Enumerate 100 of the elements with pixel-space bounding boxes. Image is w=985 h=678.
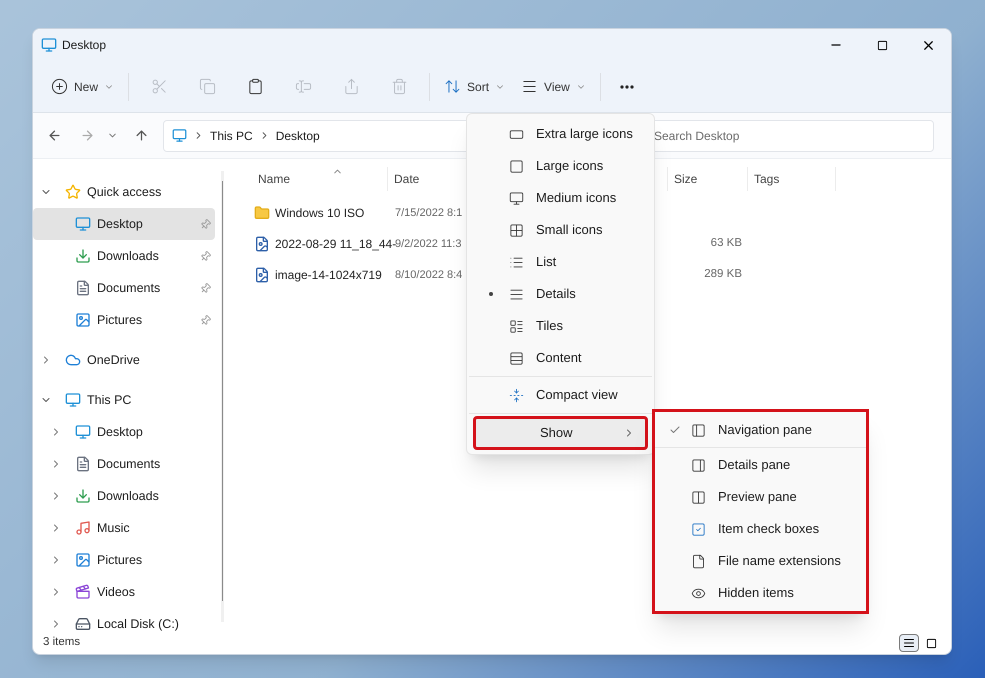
folder-icon (254, 204, 270, 220)
monitor-icon (41, 37, 57, 53)
eye-icon (691, 586, 706, 600)
monitor-icon (172, 128, 187, 143)
details-view-button[interactable] (899, 634, 919, 652)
menu-item[interactable]: Details pane (655, 449, 866, 481)
sidebar-item[interactable]: Documents (33, 448, 215, 480)
image-file-icon (254, 236, 270, 252)
menu-item[interactable]: Small icons (467, 214, 654, 246)
breadcrumb-item[interactable]: Desktop (276, 126, 320, 144)
sidebar-item[interactable]: Pictures (33, 544, 215, 576)
file-size: 63 KB (710, 236, 742, 251)
sidebar-item[interactable]: Music (33, 512, 215, 544)
lines-icon (521, 78, 538, 95)
sidebar-label: Desktop (97, 424, 143, 441)
picture-icon (75, 552, 91, 568)
sidebar-item[interactable]: OneDrive (33, 344, 215, 376)
window-title: Desktop (62, 37, 106, 54)
sidebar-label: Documents (97, 280, 160, 297)
menu-item[interactable]: Large icons (467, 150, 654, 182)
sidebar-label: Music (97, 520, 130, 537)
sidebar-label: Downloads (97, 488, 159, 505)
monitor-icon (65, 392, 81, 408)
breadcrumb-item[interactable]: This PC (210, 126, 253, 144)
menu-item[interactable]: Navigation pane (655, 414, 866, 446)
video-icon (75, 584, 91, 600)
file-date: 8/10/2022 8:4 (395, 269, 462, 282)
maximize-icon (876, 40, 888, 50)
sidebar-item[interactable]: Downloads (33, 480, 215, 512)
menu-item[interactable]: Tiles (467, 310, 654, 342)
menu-item[interactable]: File name extensions (655, 545, 866, 577)
panel-icon (691, 422, 706, 438)
menu-item[interactable]: Item check boxes (655, 513, 866, 545)
sidebar-item[interactable]: Quick access (33, 176, 215, 208)
sidebar-label: OneDrive (87, 352, 140, 369)
monitor-icon (75, 424, 91, 440)
rows-icon (509, 350, 524, 366)
sidebar-label: Local Disk (C:) (97, 616, 179, 632)
square-icon (509, 158, 524, 174)
rename-icon (294, 78, 312, 95)
image-file-icon (254, 266, 270, 282)
up-icon[interactable] (134, 128, 149, 143)
details-view-icon (903, 637, 915, 649)
forward-icon[interactable] (80, 128, 95, 143)
column-header[interactable]: Tags (754, 170, 780, 188)
sidebar-item[interactable]: Pictures (33, 304, 215, 336)
trash-icon (390, 78, 408, 95)
drive-icon (75, 616, 91, 632)
menu-item[interactable]: Content (467, 342, 654, 374)
toolbar-button[interactable]: View (513, 70, 594, 104)
menu-item[interactable]: Details (467, 278, 654, 310)
sidebar-label: Pictures (97, 312, 142, 329)
checkbox-icon (691, 522, 706, 536)
sidebar-item[interactable]: Documents (33, 272, 215, 304)
file-name[interactable]: image-14-1024x719 (275, 266, 382, 284)
column-header[interactable]: Name (258, 170, 290, 188)
file-name[interactable]: Windows 10 ISO (275, 204, 364, 222)
sidebar-item[interactable]: This PC (33, 384, 215, 416)
monitor-icon (509, 190, 524, 206)
new-icon (51, 78, 68, 95)
document-icon (75, 280, 91, 296)
sidebar-label: Documents (97, 456, 160, 473)
status-text: 3 items (43, 635, 80, 650)
share-icon (342, 78, 360, 95)
menu-item[interactable]: Show (473, 416, 648, 450)
lines-icon (509, 286, 524, 302)
sidebar-label: Quick access (87, 184, 162, 201)
sidebar-item[interactable]: Videos (33, 576, 215, 608)
sidebar-label: Desktop (97, 216, 143, 233)
file-icon (691, 554, 706, 568)
file-date: 9/2/2022 11:3 (395, 238, 462, 250)
menu-item[interactable]: Hidden items (655, 577, 866, 609)
column-header[interactable]: Date (394, 170, 420, 188)
sidebar-item[interactable]: Downloads (33, 240, 215, 272)
tiles-icon (509, 318, 524, 334)
menu-item[interactable]: Preview pane (655, 481, 866, 513)
menu-item[interactable]: Compact view (467, 379, 654, 411)
sidebar-label: Pictures (97, 552, 142, 569)
star-icon (65, 184, 81, 200)
toolbar-button[interactable]: New (43, 70, 122, 104)
clipboard-icon (246, 78, 264, 95)
compact-icon (509, 388, 524, 402)
menu-item[interactable]: Medium icons (467, 182, 654, 214)
sidebar-item[interactable]: Local Disk (C:) (33, 608, 215, 632)
back-icon[interactable] (47, 128, 62, 143)
column-header[interactable]: Size (674, 170, 698, 188)
file-name[interactable]: 2022-08-29 11_18_44- (275, 234, 396, 252)
menu-item[interactable]: List (467, 246, 654, 278)
music-icon (75, 520, 91, 536)
picture-icon (75, 312, 91, 328)
panel-icon (691, 490, 706, 504)
scissors-icon (150, 78, 168, 95)
sidebar-label: Videos (97, 584, 135, 601)
sidebar-label: Downloads (97, 248, 159, 265)
sidebar-item[interactable]: Desktop (33, 416, 215, 448)
sort-icon (444, 78, 462, 95)
toolbar-button[interactable]: Sort (436, 70, 514, 104)
file-size: 289 KB (704, 266, 742, 282)
monitor-icon (75, 216, 91, 232)
sidebar-item[interactable]: Desktop (33, 208, 215, 240)
